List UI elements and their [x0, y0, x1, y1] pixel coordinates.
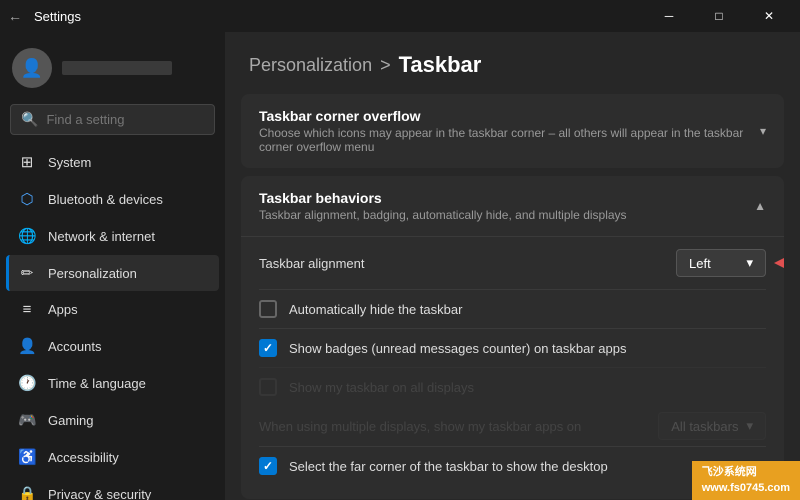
auto-hide-label: Automatically hide the taskbar [289, 302, 462, 317]
sidebar-item-system[interactable]: ⊞ System [6, 144, 219, 180]
app-container: 👤 🔍 ⊞ System ⬡ Bluetooth & devices 🌐 Net… [0, 32, 800, 500]
alignment-value: Left [689, 256, 711, 271]
titlebar-left: ← Settings [8, 8, 81, 24]
corner-overflow-header[interactable]: Taskbar corner overflow Choose which ico… [241, 94, 784, 168]
all-displays-label: Show my taskbar on all displays [289, 380, 474, 395]
sidebar-item-bluetooth[interactable]: ⬡ Bluetooth & devices [6, 181, 219, 217]
bluetooth-icon: ⬡ [18, 190, 36, 208]
sidebar-item-label: Accessibility [48, 450, 119, 465]
sidebar-item-label: System [48, 155, 91, 170]
multi-display-chevron: ▾ [746, 418, 753, 434]
alignment-dropdown[interactable]: Left ▾ [676, 249, 766, 277]
alignment-label: Taskbar alignment [259, 256, 365, 271]
red-arrow-annotation [774, 252, 784, 274]
minimize-button[interactable]: ─ [646, 0, 692, 32]
behaviors-chevron: ▲ [754, 199, 766, 213]
titlebar: ← Settings ─ □ ✕ [0, 0, 800, 32]
far-corner-label: Select the far corner of the taskbar to … [289, 459, 608, 474]
sidebar-item-label: Privacy & security [48, 487, 151, 500]
time-icon: 🕐 [18, 374, 36, 392]
breadcrumb-current: Taskbar [399, 52, 482, 78]
titlebar-controls: ─ □ ✕ [646, 0, 792, 32]
sidebar-item-accessibility[interactable]: ♿ Accessibility [6, 439, 219, 475]
all-displays-row: Show my taskbar on all displays [259, 367, 766, 406]
system-icon: ⊞ [18, 153, 36, 171]
sidebar-item-apps[interactable]: ≡ Apps [6, 292, 219, 327]
sidebar-item-personalization[interactable]: ✏ Personalization [6, 255, 219, 291]
breadcrumb-separator: > [380, 55, 391, 76]
behaviors-body: Taskbar alignment Left ▾ [241, 236, 784, 499]
behaviors-section: Taskbar behaviors Taskbar alignment, bad… [241, 176, 784, 499]
sidebar-item-network[interactable]: 🌐 Network & internet [6, 218, 219, 254]
behaviors-subtitle: Taskbar alignment, badging, automaticall… [259, 208, 627, 222]
maximize-button[interactable]: □ [696, 0, 742, 32]
titlebar-title: Settings [34, 9, 81, 24]
badges-row: Show badges (unread messages counter) on… [259, 328, 766, 367]
search-input[interactable] [46, 112, 204, 127]
corner-overflow-subtitle: Choose which icons may appear in the tas… [259, 126, 760, 154]
apps-icon: ≡ [18, 301, 36, 318]
avatar: 👤 [12, 48, 52, 88]
multi-display-dropdown: All taskbars ▾ [658, 412, 766, 440]
back-icon[interactable]: ← [8, 8, 22, 24]
accounts-icon: 👤 [18, 337, 36, 355]
network-icon: 🌐 [18, 227, 36, 245]
corner-overflow-chevron: ▾ [760, 124, 766, 138]
behaviors-header[interactable]: Taskbar behaviors Taskbar alignment, bad… [241, 176, 784, 236]
multi-display-label: When using multiple displays, show my ta… [259, 419, 581, 434]
far-corner-checkbox[interactable] [259, 457, 277, 475]
main-content: Personalization > Taskbar Taskbar corner… [225, 32, 800, 500]
search-box[interactable]: 🔍 [10, 104, 215, 135]
sidebar-item-time[interactable]: 🕐 Time & language [6, 365, 219, 401]
far-corner-row: Select the far corner of the taskbar to … [259, 446, 766, 485]
sidebar-item-label: Bluetooth & devices [48, 192, 163, 207]
sidebar-item-label: Accounts [48, 339, 101, 354]
sidebar-item-label: Time & language [48, 376, 146, 391]
badges-checkbox[interactable] [259, 339, 277, 357]
gaming-icon: 🎮 [18, 411, 36, 429]
multi-display-row: When using multiple displays, show my ta… [259, 406, 766, 446]
sidebar-item-label: Personalization [48, 266, 137, 281]
breadcrumb-parent[interactable]: Personalization [249, 55, 372, 76]
alignment-row: Taskbar alignment Left ▾ [259, 237, 766, 289]
personalization-icon: ✏ [18, 264, 36, 282]
close-button[interactable]: ✕ [746, 0, 792, 32]
auto-hide-checkbox[interactable] [259, 300, 277, 318]
sidebar: 👤 🔍 ⊞ System ⬡ Bluetooth & devices 🌐 Net… [0, 32, 225, 500]
user-section: 👤 [0, 32, 225, 100]
nav-list: ⊞ System ⬡ Bluetooth & devices 🌐 Network… [0, 143, 225, 500]
page-header: Personalization > Taskbar [225, 32, 800, 94]
alignment-dropdown-chevron: ▾ [746, 255, 753, 271]
sidebar-item-accounts[interactable]: 👤 Accounts [6, 328, 219, 364]
all-displays-checkbox [259, 378, 277, 396]
user-name-bar [62, 61, 172, 75]
multi-display-value: All taskbars [671, 419, 738, 434]
sidebar-item-gaming[interactable]: 🎮 Gaming [6, 402, 219, 438]
watermark: 飞沙系统网www.fs0745.com [692, 461, 800, 500]
sidebar-item-label: Apps [48, 302, 78, 317]
sidebar-item-privacy[interactable]: 🔒 Privacy & security [6, 476, 219, 500]
corner-overflow-title: Taskbar corner overflow [259, 108, 760, 124]
behaviors-title: Taskbar behaviors [259, 190, 627, 206]
badges-label: Show badges (unread messages counter) on… [289, 341, 626, 356]
sidebar-item-label: Network & internet [48, 229, 155, 244]
search-icon: 🔍 [21, 111, 38, 128]
sidebar-item-label: Gaming [48, 413, 94, 428]
privacy-icon: 🔒 [18, 485, 36, 500]
auto-hide-row: Automatically hide the taskbar [259, 289, 766, 328]
corner-overflow-section: Taskbar corner overflow Choose which ico… [241, 94, 784, 168]
accessibility-icon: ♿ [18, 448, 36, 466]
